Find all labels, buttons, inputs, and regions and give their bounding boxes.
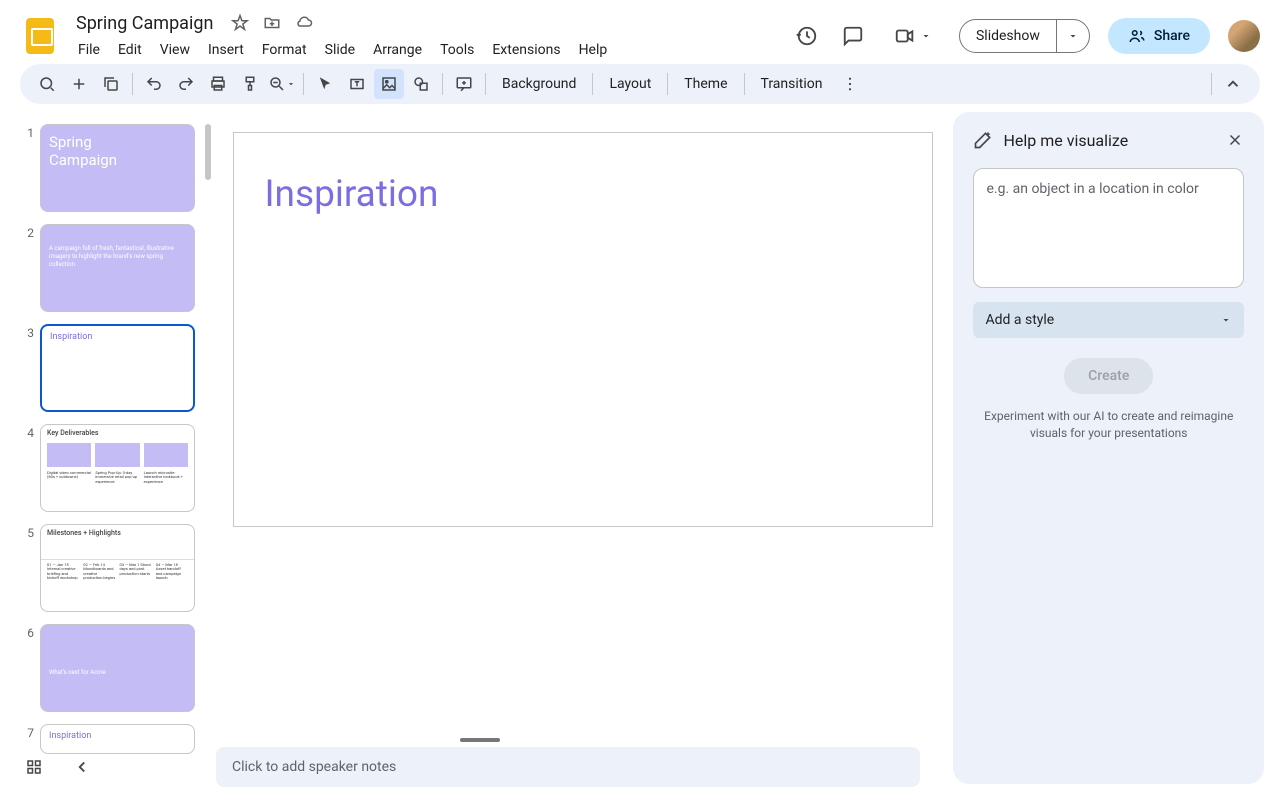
comment-icon[interactable] <box>839 22 867 50</box>
undo-icon[interactable] <box>139 69 169 99</box>
history-icon[interactable] <box>793 22 821 50</box>
theme-button[interactable]: Theme <box>674 72 737 96</box>
avatar[interactable] <box>1228 20 1260 52</box>
image-icon[interactable] <box>374 69 404 99</box>
select-tool-icon[interactable] <box>310 69 340 99</box>
slide-thumb-5[interactable]: Milestones + Highlights 01 — Jan 15 Inte… <box>40 524 195 612</box>
redo-icon[interactable] <box>171 69 201 99</box>
comment-add-icon[interactable] <box>449 69 479 99</box>
menu-slide[interactable]: Slide <box>317 38 363 62</box>
slideshow-dropdown[interactable] <box>1056 20 1089 52</box>
slide-thumb-1[interactable]: SpringCampaign <box>40 124 195 212</box>
menu-view[interactable]: View <box>152 38 198 62</box>
slide-thumb-4[interactable]: Key Deliverables Digital video commercia… <box>40 424 195 512</box>
cloud-icon[interactable] <box>295 14 313 32</box>
grid-view-icon[interactable] <box>20 753 48 781</box>
slide-thumb-6[interactable]: What's next for Acme <box>40 624 195 712</box>
menu-tools[interactable]: Tools <box>432 38 482 62</box>
new-slide-button[interactable] <box>64 69 94 99</box>
toolbar: Background Layout Theme Transition <box>20 64 1260 104</box>
scrollbar-thumb[interactable] <box>205 124 211 180</box>
menu-insert[interactable]: Insert <box>200 38 252 62</box>
slides-logo[interactable] <box>20 16 60 56</box>
close-icon[interactable] <box>1226 131 1244 149</box>
slide-thumb-2[interactable]: A campaign full of fresh, fantastical, i… <box>40 224 195 312</box>
meet-button[interactable] <box>885 18 941 54</box>
layout-button[interactable]: Layout <box>599 72 661 96</box>
pencil-spark-icon <box>973 130 993 150</box>
slide-thumb-3[interactable]: Inspiration <box>40 324 195 412</box>
chevron-down-icon <box>1220 314 1232 326</box>
collapse-toolbar-icon[interactable] <box>1218 69 1248 99</box>
textbox-icon[interactable] <box>342 69 372 99</box>
slide-number: 6 <box>20 624 40 712</box>
slide-number: 1 <box>20 124 40 212</box>
slide-number: 3 <box>20 324 40 412</box>
slideshow-button[interactable]: Slideshow <box>960 20 1056 52</box>
star-icon[interactable] <box>231 14 249 32</box>
paint-format-icon[interactable] <box>235 69 265 99</box>
menu-help[interactable]: Help <box>571 38 616 62</box>
chevron-down-icon <box>920 30 932 42</box>
slide-number: 5 <box>20 524 40 612</box>
background-button[interactable]: Background <box>492 72 586 96</box>
more-icon[interactable] <box>835 69 865 99</box>
duplicate-icon[interactable] <box>96 69 126 99</box>
notes-drag-handle[interactable] <box>460 738 500 742</box>
slide-title-text[interactable]: Inspiration <box>264 173 902 216</box>
doc-title[interactable]: Spring Campaign <box>70 11 219 36</box>
panel-title: Help me visualize <box>1003 131 1216 150</box>
menu-format[interactable]: Format <box>254 38 315 62</box>
style-dropdown[interactable]: Add a style <box>973 302 1244 338</box>
slide-canvas[interactable]: Inspiration <box>233 132 933 527</box>
zoom-button[interactable] <box>267 69 297 99</box>
menu-extensions[interactable]: Extensions <box>484 38 568 62</box>
create-button: Create <box>1064 358 1153 394</box>
print-icon[interactable] <box>203 69 233 99</box>
menu-arrange[interactable]: Arrange <box>365 38 430 62</box>
slide-number: 2 <box>20 224 40 312</box>
prompt-input[interactable]: e.g. an object in a location in color <box>973 168 1244 288</box>
panel-note: Experiment with our AI to create and rei… <box>973 408 1244 442</box>
shape-icon[interactable] <box>406 69 436 99</box>
search-icon[interactable] <box>32 69 62 99</box>
slide-number: 4 <box>20 424 40 512</box>
move-icon[interactable] <box>263 14 281 32</box>
menu-edit[interactable]: Edit <box>110 38 150 62</box>
menu-file[interactable]: File <box>70 38 108 62</box>
share-button[interactable]: Share <box>1108 18 1210 54</box>
speaker-notes[interactable]: Click to add speaker notes <box>216 747 920 787</box>
people-icon <box>1128 27 1146 45</box>
transition-button[interactable]: Transition <box>751 72 833 96</box>
help-visualize-panel: Help me visualize e.g. an object in a lo… <box>953 112 1264 784</box>
film-strip: 1 SpringCampaign 2 A campaign full of fr… <box>0 112 213 800</box>
share-label: Share <box>1154 28 1190 44</box>
chevron-left-icon[interactable] <box>68 753 96 781</box>
